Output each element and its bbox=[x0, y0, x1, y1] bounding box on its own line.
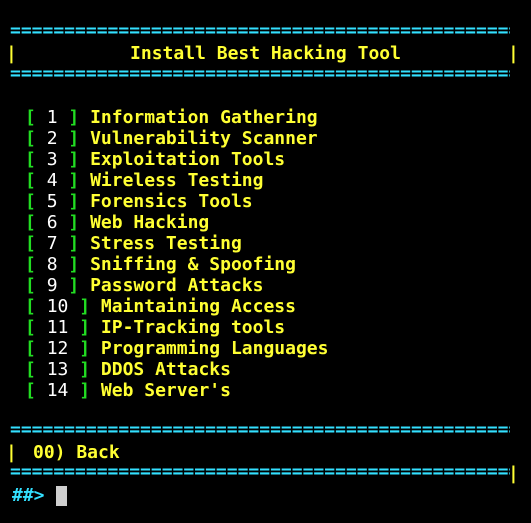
header-right-border: | bbox=[508, 43, 519, 64]
terminal-window[interactable]: ========================================… bbox=[0, 0, 531, 523]
command-prompt: ##> bbox=[12, 485, 45, 506]
menu-item-12[interactable]: [ 12 ] Programming Languages bbox=[25, 338, 328, 359]
menu-item-number: 11 bbox=[46, 317, 69, 338]
menu-item-number: 6 bbox=[46, 212, 58, 233]
close-bracket: ] bbox=[68, 128, 80, 149]
page-title: Install Best Hacking Tool bbox=[130, 43, 401, 64]
close-bracket: ] bbox=[79, 296, 91, 317]
menu-item-5[interactable]: [ 5 ] Forensics Tools bbox=[25, 191, 328, 212]
close-bracket: ] bbox=[79, 380, 91, 401]
menu-item-label: Stress Testing bbox=[90, 233, 242, 254]
menu-item-14[interactable]: [ 14 ] Web Server's bbox=[25, 380, 328, 401]
menu-item-label: Exploitation Tools bbox=[90, 149, 286, 170]
open-bracket: [ bbox=[25, 275, 36, 296]
open-bracket: [ bbox=[25, 380, 36, 401]
open-bracket: [ bbox=[25, 191, 36, 212]
menu-item-4[interactable]: [ 4 ] Wireless Testing bbox=[25, 170, 328, 191]
menu-item-number: 7 bbox=[46, 233, 58, 254]
open-bracket: [ bbox=[25, 296, 36, 317]
close-bracket: ] bbox=[68, 275, 80, 296]
menu-item-number: 8 bbox=[46, 254, 58, 275]
menu-item-number: 5 bbox=[46, 191, 58, 212]
menu-item-13[interactable]: [ 13 ] DDOS Attacks bbox=[25, 359, 328, 380]
menu-item-7[interactable]: [ 7 ] Stress Testing bbox=[25, 233, 328, 254]
open-bracket: [ bbox=[25, 149, 36, 170]
menu-item-8[interactable]: [ 8 ] Sniffing & Spoofing bbox=[25, 254, 328, 275]
menu-item-number: 10 bbox=[46, 296, 69, 317]
open-bracket: [ bbox=[25, 359, 36, 380]
open-bracket: [ bbox=[25, 233, 36, 254]
close-bracket: ] bbox=[79, 317, 91, 338]
footer-left-border: | bbox=[6, 442, 17, 463]
menu-item-number: 2 bbox=[46, 128, 58, 149]
close-bracket: ] bbox=[68, 149, 80, 170]
menu-item-number: 14 bbox=[46, 380, 69, 401]
menu-item-10[interactable]: [ 10 ] Maintaining Access bbox=[25, 296, 328, 317]
menu-item-label: Programming Languages bbox=[100, 338, 329, 359]
menu-item-number: 9 bbox=[46, 275, 58, 296]
menu-item-label: Maintaining Access bbox=[100, 296, 296, 317]
header-top-rule: ========================================… bbox=[10, 21, 510, 41]
menu-item-label: Password Attacks bbox=[90, 275, 264, 296]
menu-item-number: 3 bbox=[46, 149, 58, 170]
menu-item-2[interactable]: [ 2 ] Vulnerability Scanner bbox=[25, 128, 328, 149]
footer-bottom-rule: ========================================… bbox=[10, 462, 510, 482]
tool-category-menu: [ 1 ] Information Gathering[ 2 ] Vulnera… bbox=[25, 107, 328, 401]
menu-item-label: Vulnerability Scanner bbox=[90, 128, 318, 149]
close-bracket: ] bbox=[68, 212, 80, 233]
menu-item-label: Forensics Tools bbox=[90, 191, 253, 212]
menu-item-11[interactable]: [ 11 ] IP-Tracking tools bbox=[25, 317, 328, 338]
close-bracket: ] bbox=[68, 107, 80, 128]
open-bracket: [ bbox=[25, 107, 36, 128]
open-bracket: [ bbox=[25, 128, 36, 149]
menu-item-3[interactable]: [ 3 ] Exploitation Tools bbox=[25, 149, 328, 170]
menu-item-number: 4 bbox=[46, 170, 58, 191]
header-bottom-rule: ========================================… bbox=[10, 64, 510, 84]
menu-item-label: Web Hacking bbox=[90, 212, 210, 233]
menu-item-label: Wireless Testing bbox=[90, 170, 264, 191]
menu-item-number: 13 bbox=[46, 359, 69, 380]
close-bracket: ] bbox=[68, 254, 80, 275]
open-bracket: [ bbox=[25, 254, 36, 275]
open-bracket: [ bbox=[25, 170, 36, 191]
text-cursor[interactable] bbox=[56, 486, 67, 506]
menu-item-label: Information Gathering bbox=[90, 107, 318, 128]
menu-item-label: Sniffing & Spoofing bbox=[90, 254, 296, 275]
menu-item-1[interactable]: [ 1 ] Information Gathering bbox=[25, 107, 328, 128]
menu-item-number: 12 bbox=[46, 338, 69, 359]
close-bracket: ] bbox=[68, 170, 80, 191]
close-bracket: ] bbox=[68, 233, 80, 254]
close-bracket: ] bbox=[68, 191, 80, 212]
menu-item-label: DDOS Attacks bbox=[100, 359, 231, 380]
menu-item-label: IP-Tracking tools bbox=[100, 317, 286, 338]
menu-item-number: 1 bbox=[46, 107, 58, 128]
close-bracket: ] bbox=[79, 338, 91, 359]
open-bracket: [ bbox=[25, 212, 36, 233]
close-bracket: ] bbox=[79, 359, 91, 380]
back-option[interactable]: 00) Back bbox=[33, 442, 120, 463]
menu-item-6[interactable]: [ 6 ] Web Hacking bbox=[25, 212, 328, 233]
menu-item-label: Web Server's bbox=[100, 380, 231, 401]
open-bracket: [ bbox=[25, 338, 36, 359]
open-bracket: [ bbox=[25, 317, 36, 338]
footer-top-rule: ========================================… bbox=[10, 420, 510, 440]
menu-item-9[interactable]: [ 9 ] Password Attacks bbox=[25, 275, 328, 296]
